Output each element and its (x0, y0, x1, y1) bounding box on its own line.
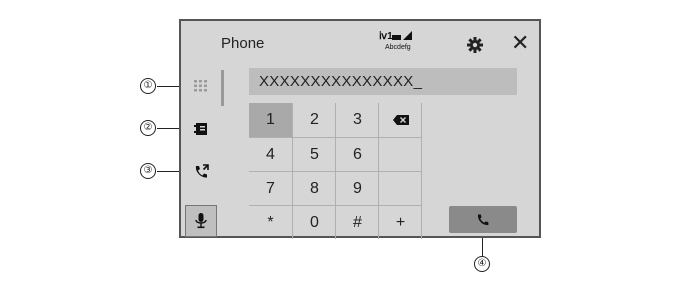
call-history-icon (195, 164, 209, 178)
sidebar-item-recent-calls[interactable] (185, 156, 217, 188)
page-title: Phone (221, 35, 265, 52)
phonebook-icon (194, 123, 207, 135)
sidebar-scrollbar[interactable] (221, 70, 224, 106)
battery-icon (392, 35, 401, 40)
microphone-icon (195, 213, 207, 229)
phone-screen: Phone ⅳ1 Abcdefg ✕ XXXXXXXXXXXXXXX_ 1 2 … (179, 19, 541, 240)
key-0[interactable]: 0 (293, 206, 336, 240)
key-5[interactable]: 5 (293, 138, 336, 172)
key-hash[interactable]: # (336, 206, 379, 240)
key-6[interactable]: 6 (336, 138, 379, 172)
sidebar-item-contacts[interactable] (185, 113, 217, 145)
status-indicator: ⅳ1 Abcdefg (379, 31, 419, 57)
key-star[interactable]: * (249, 206, 292, 240)
key-9[interactable]: 9 (336, 172, 379, 206)
callout-2: ② (140, 120, 156, 136)
dial-keypad: 1 2 3 4 5 6 7 8 9 * 0 # + (249, 103, 422, 240)
key-4[interactable]: 4 (249, 138, 292, 172)
key-plus[interactable]: + (379, 206, 422, 240)
sidebar-item-voice[interactable] (185, 205, 217, 237)
signal-icon (403, 31, 412, 40)
sidebar-item-keypad[interactable] (185, 70, 217, 102)
dialed-number-field[interactable]: XXXXXXXXXXXXXXX_ (249, 68, 517, 95)
key-8[interactable]: 8 (293, 172, 336, 206)
callout-4: ④ (474, 256, 490, 272)
close-icon: ✕ (511, 30, 530, 55)
key-7[interactable]: 7 (249, 172, 292, 206)
backspace-button[interactable] (379, 103, 422, 137)
phone-handset-icon (477, 214, 489, 225)
sidebar (181, 67, 221, 238)
carrier-label: Abcdefg (385, 44, 411, 51)
callout-1: ① (140, 78, 156, 94)
callout-3: ③ (140, 163, 156, 179)
close-button[interactable]: ✕ (511, 30, 530, 55)
key-1[interactable]: 1 (249, 103, 292, 137)
key-2[interactable]: 2 (293, 103, 336, 137)
bluetooth-device-label: ⅳ1 (379, 31, 393, 42)
key-3[interactable]: 3 (336, 103, 379, 137)
header-bar: Phone ⅳ1 Abcdefg ✕ (181, 21, 539, 67)
gear-icon[interactable] (467, 37, 483, 53)
call-button[interactable] (449, 206, 517, 233)
dialpad-icon (194, 80, 207, 92)
backspace-icon (392, 115, 409, 125)
